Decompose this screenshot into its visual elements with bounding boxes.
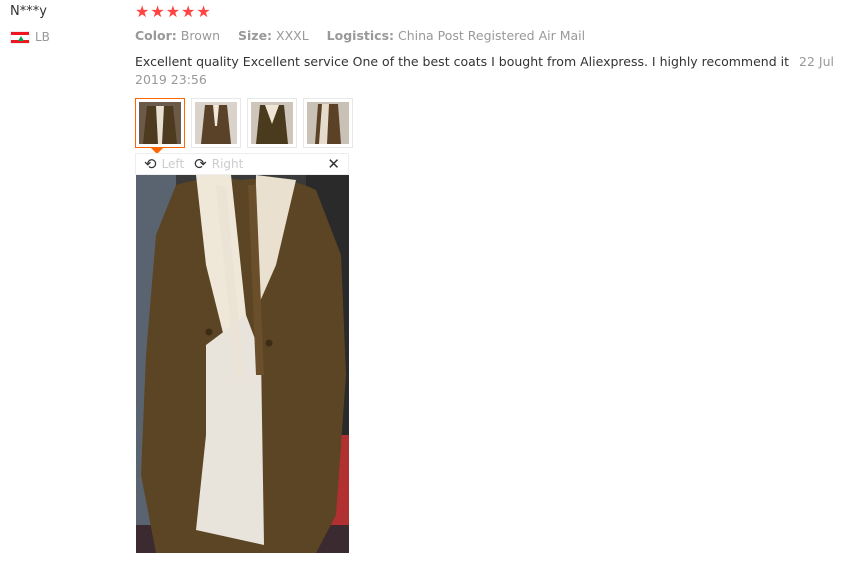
- star-icon: ★: [165, 2, 181, 21]
- coat-photo-thumbnail: [139, 102, 181, 144]
- attr-size-value: XXXL: [276, 28, 309, 43]
- rotate-left-button[interactable]: ⟲ Left: [144, 155, 184, 173]
- attr-logistics-key: Logistics:: [326, 28, 395, 43]
- photo-thumbnail[interactable]: [247, 98, 297, 148]
- photo-thumbnail[interactable]: [303, 98, 353, 148]
- star-icon: ★: [150, 2, 165, 21]
- order-attributes: Color: Brown Size: XXXL Logistics: China…: [135, 28, 599, 43]
- attr-size-key: Size:: [238, 28, 273, 43]
- photo-thumbnail[interactable]: [135, 98, 185, 154]
- reviewer-country: LB: [10, 30, 50, 44]
- close-icon[interactable]: ✕: [327, 155, 340, 173]
- photo-thumbnail[interactable]: [191, 98, 241, 148]
- coat-photo: [136, 175, 349, 553]
- coat-photo-thumbnail: [307, 102, 349, 144]
- star-icon: ★: [196, 2, 211, 21]
- attr-color-key: Color:: [135, 28, 177, 43]
- lebanon-flag-icon: [10, 30, 30, 44]
- star-rating: ★ ★ ★ ★ ★: [135, 3, 211, 21]
- attr-color-value: Brown: [180, 28, 221, 43]
- star-icon: ★: [135, 2, 150, 21]
- photo-viewer-toolbar: ⟲ Left ⟳ Right ✕: [135, 153, 349, 175]
- rotate-right-label: Right: [211, 157, 244, 171]
- rotate-right-button[interactable]: ⟳ Right: [194, 155, 243, 173]
- country-code: LB: [35, 30, 50, 44]
- review-text: Excellent quality Excellent service One …: [135, 54, 790, 69]
- star-icon: ★: [181, 2, 196, 21]
- attr-logistics-value: China Post Registered Air Mail: [398, 28, 586, 43]
- rotate-right-icon: ⟳: [194, 155, 207, 173]
- reviewer-name: N***y: [10, 4, 47, 19]
- photo-viewer-image: [136, 175, 349, 553]
- review-body: Excellent quality Excellent service One …: [135, 53, 840, 89]
- rotate-left-icon: ⟲: [144, 155, 157, 173]
- rotate-left-label: Left: [161, 157, 185, 171]
- photo-thumbnails: [135, 98, 353, 154]
- coat-photo-thumbnail: [251, 102, 293, 144]
- coat-photo-thumbnail: [195, 102, 237, 144]
